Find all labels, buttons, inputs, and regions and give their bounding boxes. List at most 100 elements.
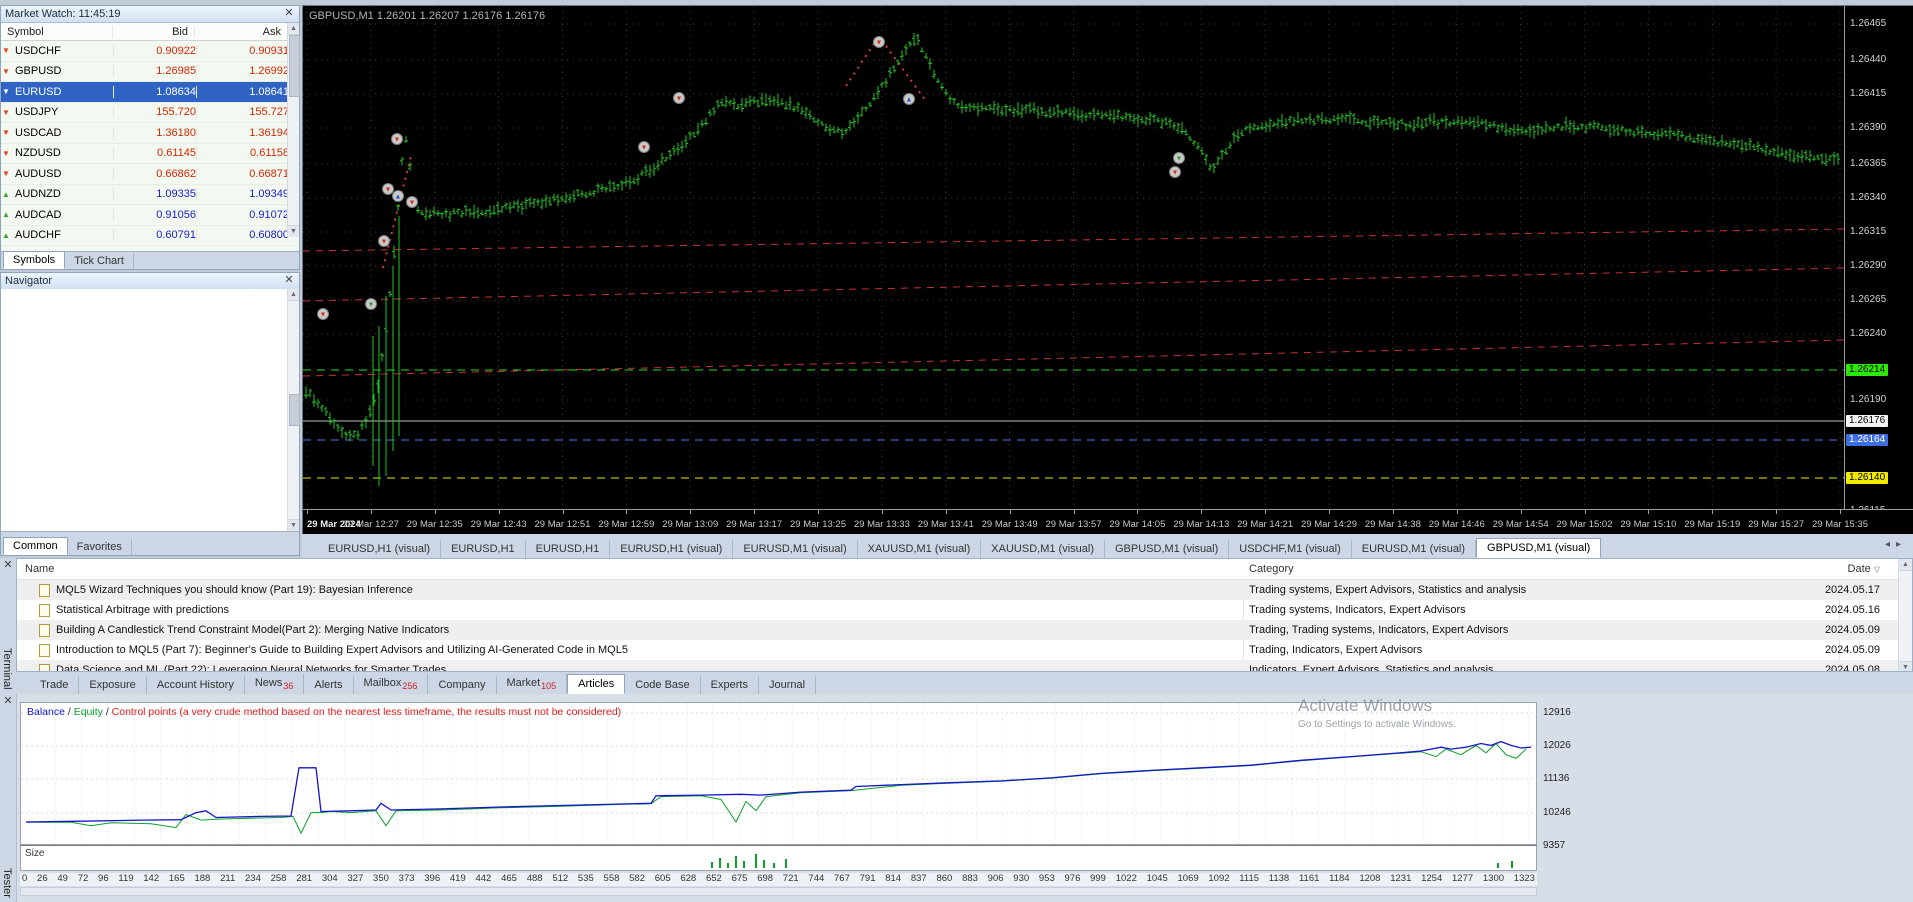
trade-marker-close-icon[interactable]: ▼ xyxy=(1173,152,1185,164)
sort-icon[interactable]: ▽ xyxy=(1874,565,1880,574)
trade-marker-sell-icon[interactable]: ▼ xyxy=(382,183,394,195)
trade-marker-sell-icon[interactable]: ▼ xyxy=(1169,166,1181,178)
trade-marker-sell-icon[interactable]: ▼ xyxy=(673,92,685,104)
chart-window[interactable]: GBPUSD,M1 1.26201 1.26207 1.26176 1.2617… xyxy=(302,5,1913,536)
chart-tab[interactable]: EURUSD,H1 (visual) xyxy=(610,540,734,558)
market-watch-row[interactable]: ▲ AUDCAD 0.91056 0.91072 xyxy=(1,205,299,226)
scrollbar-thumb[interactable] xyxy=(289,394,300,426)
symbol-cell: ▼ NZDUSD xyxy=(1,147,114,160)
chart-tab[interactable]: EURUSD,M1 (visual) xyxy=(1352,540,1477,558)
toolbox-tab[interactable]: Trade xyxy=(30,676,80,694)
toolbox-tab[interactable]: News36 xyxy=(245,673,305,694)
column-bid[interactable]: Bid xyxy=(113,25,195,38)
market-watch-tab[interactable]: Tick Chart xyxy=(65,253,134,269)
symbol-name: USDJPY xyxy=(15,106,59,119)
scroll-down-icon[interactable]: ▼ xyxy=(1899,661,1912,671)
trade-marker-sell-icon[interactable]: ▼ xyxy=(317,308,329,320)
toolbox-tab[interactable]: Journal xyxy=(759,676,817,694)
tester-graph[interactable]: Balance / Equity / Control points (a ver… xyxy=(20,702,1537,847)
close-icon[interactable]: ✕ xyxy=(2,560,14,572)
market-watch-row[interactable]: ▼ GBPUSD 1.26985 1.26992 xyxy=(1,62,299,82)
chart-tabs-scroll-icons[interactable]: ◂▸ xyxy=(1885,539,1907,550)
market-watch-row[interactable]: ▲ AUDNZD 1.09335 1.09349 xyxy=(1,185,299,205)
market-watch-row[interactable]: ▼ NZDUSD 0.61145 0.61158 xyxy=(1,144,299,164)
market-watch-tab-active[interactable]: Symbols xyxy=(3,251,66,269)
articles-scrollbar[interactable]: ▲ ▼ xyxy=(1898,559,1912,671)
close-icon[interactable]: ✕ xyxy=(2,696,14,708)
tester-horizontal-scrollbar[interactable] xyxy=(20,887,1537,896)
market-watch-scrollbar[interactable]: ▲ ▼ xyxy=(287,23,300,237)
close-icon[interactable]: ✕ xyxy=(283,275,295,287)
trade-marker-sell-icon[interactable]: ▼ xyxy=(378,235,390,247)
chart-tab[interactable]: EURUSD,M1 (visual) xyxy=(733,540,858,558)
toolbox-tab[interactable]: Alerts xyxy=(304,676,354,694)
chart-tab-active[interactable]: GBPUSD,M1 (visual) xyxy=(1476,538,1602,558)
arrow-down-icon: ▼ xyxy=(2,46,10,56)
trade-marker-sell-icon[interactable]: ▼ xyxy=(391,133,403,145)
tester-x-label: 211 xyxy=(220,873,236,884)
trade-marker-buy-icon[interactable]: ▲ xyxy=(903,93,915,105)
market-watch-row[interactable]: ▼ USDCHF 0.90922 0.90931 xyxy=(1,41,299,62)
time-scale[interactable]: 29 Mar 2024 29 Mar 12:27 29 Mar 12:35 29 Ma… xyxy=(303,509,1913,536)
trade-marker-sell-icon[interactable]: ▼ xyxy=(638,141,650,153)
chart-tab[interactable]: XAUUSD,M1 (visual) xyxy=(981,540,1105,558)
market-watch-row[interactable]: ▼ EURUSD 1.08634 1.08641 xyxy=(1,82,299,103)
chart-tab[interactable]: EURUSD,H1 (visual) xyxy=(318,540,442,558)
market-watch-row[interactable]: ▲ AUDCHF 0.60791 0.60800 xyxy=(1,226,299,246)
article-row[interactable]: Statistical Arbitrage with predictions Tr… xyxy=(17,600,1912,620)
chart-tab[interactable]: EURUSD,H1 xyxy=(441,540,526,558)
navigator-tab[interactable]: Favorites xyxy=(68,539,132,555)
time-tick xyxy=(1329,510,1330,514)
toolbox-tab[interactable]: Code Base xyxy=(625,676,701,694)
chart-tab[interactable]: EURUSD,H1 xyxy=(526,540,611,558)
article-row[interactable]: Data Science and ML (Part 22): Leveragin… xyxy=(17,660,1912,671)
scroll-up-icon[interactable]: ▲ xyxy=(288,23,299,35)
trade-marker-sell-icon[interactable]: ▼ xyxy=(406,196,418,208)
scroll-up-icon[interactable]: ▲ xyxy=(288,289,299,301)
bid-value: 1.36180 xyxy=(114,126,197,139)
tester-y-label: 12026 xyxy=(1543,740,1571,751)
column-category[interactable]: Category xyxy=(1249,563,1294,575)
article-row[interactable]: Building A Candlestick Trend Constraint … xyxy=(17,620,1912,640)
column-ask[interactable]: Ask xyxy=(195,26,287,38)
toolbox-tab[interactable]: Experts xyxy=(701,676,759,694)
toolbox-side-strip: ✕ Terminal xyxy=(0,558,17,694)
scroll-down-icon[interactable]: ▼ xyxy=(288,519,299,531)
article-row[interactable]: MQL5 Wizard Techniques you should know (… xyxy=(17,580,1912,600)
tester-x-label: 582 xyxy=(629,873,645,884)
toolbox-tab[interactable]: Company xyxy=(428,676,497,694)
chart-tab[interactable]: XAUUSD,M1 (visual) xyxy=(858,540,982,558)
chart-tab[interactable]: USDCHF,M1 (visual) xyxy=(1229,540,1352,558)
navigator-tree[interactable]: ▲ ▼ xyxy=(1,289,300,531)
trade-marker-sell-icon[interactable]: ▼ xyxy=(873,36,885,48)
toolbox-tab-active[interactable]: Articles xyxy=(567,674,626,694)
tester-y-label: 11136 xyxy=(1543,773,1570,784)
close-icon[interactable]: ✕ xyxy=(283,8,295,20)
size-bar xyxy=(1511,861,1513,868)
market-watch-row[interactable]: ▼ USDJPY 155.720 155.727 xyxy=(1,103,299,123)
chart-tab[interactable]: GBPUSD,M1 (visual) xyxy=(1105,540,1230,558)
toolbox-tab[interactable]: Account History xyxy=(147,676,245,694)
tester-size-band: Size xyxy=(20,845,1537,871)
chart-plot-area[interactable]: ▼ ▼ ▼ ▼ ▲ ▼ ▼ ▼ ▼ ▼ ▲ ▼ ▼ xyxy=(302,6,1845,512)
toolbox-tab[interactable]: Mailbox256 xyxy=(354,673,429,694)
market-watch-titlebar[interactable]: Market Watch: 11:45:19 ✕ xyxy=(1,6,299,23)
navigator-tab-active[interactable]: Common xyxy=(3,537,68,555)
scroll-down-icon[interactable]: ▼ xyxy=(288,225,299,237)
toolbox-tab[interactable]: Market105 xyxy=(497,673,568,694)
column-date[interactable]: Date ▽ xyxy=(1848,563,1880,575)
tester-x-label: 419 xyxy=(449,873,466,884)
navigator-scrollbar[interactable]: ▲ ▼ xyxy=(287,289,300,531)
price-scale[interactable]: 1.26465 1.26440 1.26415 1.26390 1.26365 1.263… xyxy=(1844,6,1913,516)
column-symbol[interactable]: Symbol xyxy=(1,25,113,38)
scrollbar-thumb[interactable] xyxy=(289,35,300,97)
toolbox-tab[interactable]: Exposure xyxy=(79,676,147,694)
market-watch-row[interactable]: ▼ AUDUSD 0.66862 0.66871 xyxy=(1,164,299,185)
column-name[interactable]: Name xyxy=(25,563,1212,575)
article-row[interactable]: Introduction to MQL5 (Part 7): Beginner'… xyxy=(17,640,1912,660)
market-watch-row[interactable]: ▼ USDCAD 1.36180 1.36194 xyxy=(1,123,299,144)
trade-marker-close-icon[interactable]: ▼ xyxy=(365,298,377,310)
navigator-titlebar[interactable]: Navigator ✕ xyxy=(1,273,299,290)
trade-marker-buy-icon[interactable]: ▲ xyxy=(392,190,404,202)
scroll-up-icon[interactable]: ▲ xyxy=(1899,559,1912,571)
